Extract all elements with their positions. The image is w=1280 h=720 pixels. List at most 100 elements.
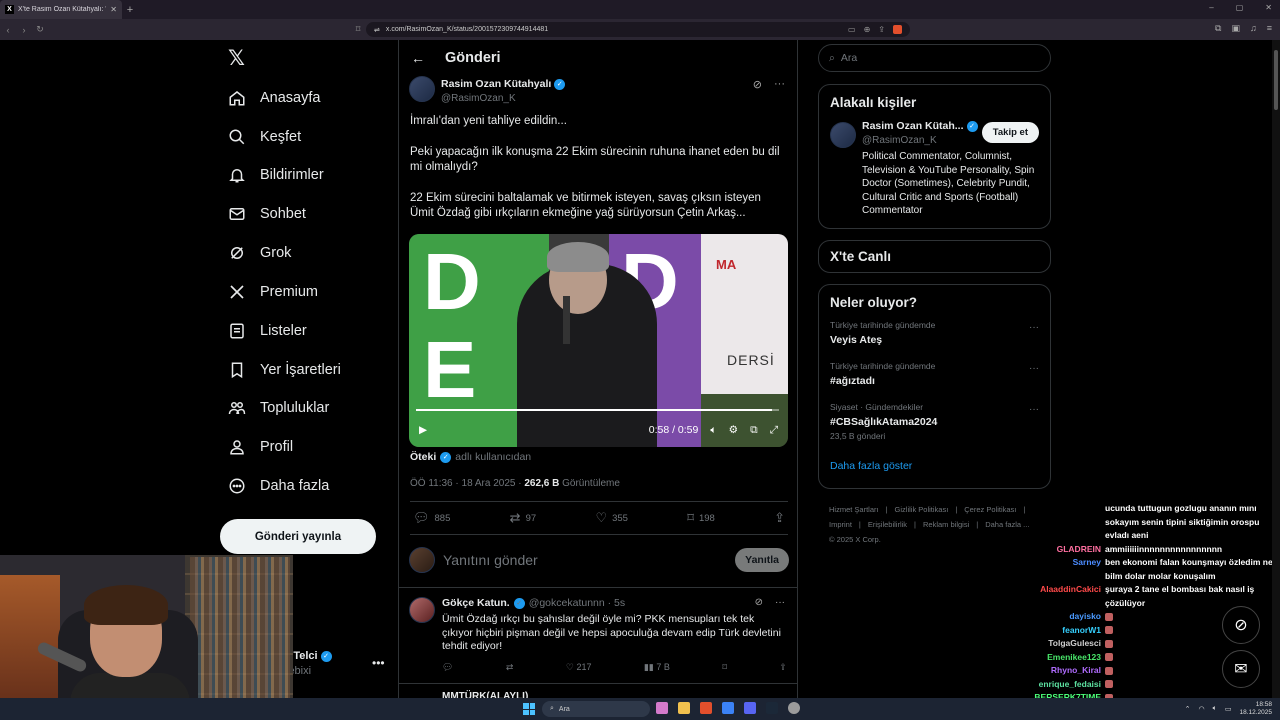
follow-button[interactable]: Takip et (981, 122, 1039, 143)
play-icon[interactable]: ▶ (419, 424, 427, 436)
chat-username[interactable]: Sarney (1030, 556, 1105, 583)
reply-author-avatar[interactable] (409, 597, 435, 623)
bookmark-action[interactable]: ⌑ 198 (687, 510, 715, 526)
search-input[interactable]: Ara (841, 52, 857, 64)
messages-float-icon[interactable]: ✉ (1222, 650, 1260, 688)
volume-icon[interactable]: 🔈︎ (710, 424, 716, 437)
word-icon[interactable] (722, 702, 734, 714)
brave-shield-icon[interactable] (893, 25, 902, 34)
chat-username[interactable]: GLADREIN (1030, 543, 1105, 557)
reply-button[interactable]: Yanıtla (735, 548, 789, 572)
reload-icon[interactable]: ↻ (32, 24, 48, 35)
chat-username[interactable] (1030, 502, 1105, 543)
forward-icon[interactable]: › (16, 25, 32, 35)
nav-item-home[interactable]: Anasayfa (228, 84, 320, 112)
volume-icon[interactable]: 🔈︎ (1213, 705, 1217, 713)
reply-author-name[interactable]: Gökçe Katun. (442, 597, 510, 609)
browser-tab[interactable]: X X'te Rasim Ozan Kütahyalı: "İmralı ✕ (0, 0, 122, 19)
address-bar[interactable]: ⇌ x.com/RasimOzan_K/status/2001572309744… (366, 22, 910, 37)
file-explorer-icon[interactable] (678, 702, 690, 714)
reply-bookmark-icon[interactable]: ⌑ (722, 662, 727, 673)
chat-username[interactable]: Emenikee123 (1030, 651, 1105, 665)
menu-icon[interactable]: ≡ (1267, 23, 1272, 34)
maximize-icon[interactable]: ▢ (1236, 3, 1244, 12)
zoom-icon[interactable]: ⊕ (864, 25, 871, 34)
chat-username[interactable]: Rhyno_Kiral (1030, 664, 1105, 678)
trend-more-icon[interactable]: ··· (1029, 363, 1039, 374)
taskbar-search[interactable]: ⌕ Ara (542, 701, 650, 717)
fullscreen-icon[interactable]: ⤢ (770, 424, 778, 437)
chat-username[interactable]: TolgaGulesci (1030, 637, 1105, 651)
reader-icon[interactable]: ▭ (848, 25, 856, 34)
close-window-icon[interactable]: ✕ (1265, 3, 1272, 12)
video-progress-bar[interactable] (416, 409, 779, 411)
tray-expand-icon[interactable]: ⌃ (1185, 705, 1191, 713)
wifi-icon[interactable]: ◠ (1199, 705, 1205, 713)
clock[interactable]: 18:58 18.12.2025 (1239, 701, 1272, 717)
footer-link[interactable]: Imprint (829, 520, 852, 529)
wallet-icon[interactable]: ▣ (1231, 23, 1240, 34)
settings-gear-icon[interactable]: ⚙︎ (729, 424, 738, 436)
related-avatar[interactable] (830, 122, 856, 148)
repost-action[interactable]: ⇄ 97 (510, 510, 536, 526)
account-more-icon[interactable]: ••• (372, 656, 385, 670)
search-box[interactable]: ⌕ Ara (818, 44, 1051, 72)
video-player[interactable]: D E D MA DERSİ ▶ 0:58 / 0:59 🔈︎ ⚙︎ ⧉ ⤢ (409, 234, 788, 447)
pip-icon[interactable]: ⧉ (750, 424, 758, 437)
x-logo-icon[interactable]: 𝕏 (228, 48, 248, 70)
post-time[interactable]: ÖÖ 11:36 · 18 Ara 2025 · (410, 478, 524, 489)
nav-item-bookmarks[interactable]: Yer İşaretleri (228, 356, 341, 384)
footer-link[interactable]: Reklam bilgisi (923, 520, 969, 529)
steam-icon[interactable] (766, 702, 778, 714)
post-author[interactable]: Rasim Ozan Kütahyalı ✓ @RasimOzan_K (409, 76, 566, 104)
back-arrow-icon[interactable]: ← (411, 50, 425, 66)
trend-item[interactable]: Türkiye tarihinde gündemde #ağıztadı ··· (830, 361, 1039, 402)
trend-more-icon[interactable]: ··· (1029, 404, 1039, 415)
chat-username[interactable]: dayisko (1030, 610, 1105, 624)
footer-link[interactable]: Hizmet Şartları (829, 505, 879, 514)
trend-item[interactable]: Türkiye tarihinde gündemde Veyis Ateş ··… (830, 320, 1039, 361)
viewed-from-name[interactable]: Öteki (410, 451, 436, 463)
reply-action[interactable]: 💬︎ 885 (413, 510, 450, 526)
nav-item-more[interactable]: Daha fazla (228, 472, 329, 500)
nav-item-premium[interactable]: Premium (228, 278, 318, 306)
nav-item-explore[interactable]: Keşfet (228, 123, 301, 151)
author-avatar[interactable] (409, 76, 435, 102)
nav-item-communities[interactable]: Topluluklar (228, 394, 329, 422)
user-avatar[interactable] (409, 547, 435, 573)
nav-item-messages[interactable]: Sohbet (228, 200, 306, 228)
minimize-icon[interactable]: – (1209, 3, 1213, 12)
show-more-link[interactable]: Daha fazla göster (830, 460, 1039, 472)
grok-float-icon[interactable]: ⊘ (1222, 606, 1260, 644)
reply-share-icon[interactable]: ⇪ (779, 662, 787, 673)
nav-item-lists[interactable]: Listeler (228, 317, 307, 345)
reply-more-icon[interactable]: ··· (775, 597, 785, 608)
share-action[interactable]: ⇪ (774, 510, 785, 526)
reply-like-action[interactable]: ♡ 217 (566, 662, 592, 673)
footer-link[interactable]: Erişilebilirlik (868, 520, 907, 529)
discord-icon[interactable] (744, 702, 756, 714)
bookmark-page-icon[interactable]: ⌑ (350, 24, 366, 35)
widgets-icon[interactable] (656, 702, 668, 714)
reply-repost-icon[interactable]: ⇄ (506, 662, 514, 673)
share-icon[interactable]: ⇪ (878, 25, 885, 34)
new-tab-button[interactable]: + (122, 4, 138, 16)
chat-username[interactable]: AlaaddinCakici (1030, 583, 1105, 610)
grok-explain-icon[interactable]: ⊘ (755, 597, 763, 608)
footer-link[interactable]: Gizlilik Politikası (895, 505, 949, 514)
like-action[interactable]: ♡ 355 (595, 510, 628, 526)
post-button[interactable]: Gönderi yayınla (220, 519, 376, 554)
chat-username[interactable]: feanorW1 (1030, 624, 1105, 638)
brave-browser-icon[interactable] (700, 702, 712, 714)
battery-icon[interactable]: ▭ (1225, 705, 1232, 713)
close-tab-icon[interactable]: ✕ (110, 5, 117, 14)
reply-input[interactable]: Yanıtını gönder (443, 552, 538, 568)
related-person[interactable]: Rasim Ozan Kütah... ✓ @RasimOzan_K Politi… (830, 120, 1039, 230)
nav-item-profile[interactable]: Profil (228, 433, 293, 461)
reply-reply-icon[interactable]: 💬︎ (442, 662, 453, 673)
trend-more-icon[interactable]: ··· (1029, 322, 1039, 333)
chat-username[interactable]: enrique_fedaisi (1030, 678, 1105, 692)
windows-start-icon[interactable] (523, 703, 535, 715)
nav-item-notifications[interactable]: Bildirimler (228, 161, 324, 189)
reply-views-action[interactable]: ▮▮ 7 B (644, 662, 670, 673)
